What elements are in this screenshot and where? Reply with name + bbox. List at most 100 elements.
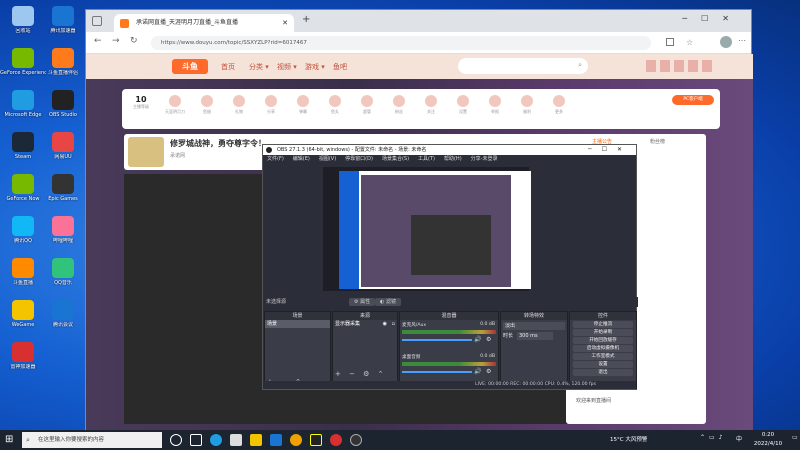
anchor-name[interactable]: 承诺网 <box>170 152 185 159</box>
nav-item[interactable]: 视频 ▾ <box>277 62 297 72</box>
refresh-icon[interactable]: ↻ <box>130 36 138 46</box>
category-item[interactable]: 鱼翅 <box>194 95 220 115</box>
category-item[interactable]: 超管 <box>354 95 380 115</box>
desktop-gear-icon[interactable]: ⚙ <box>486 368 491 375</box>
category-icon <box>329 95 341 107</box>
category-item[interactable]: 更多 <box>546 95 572 115</box>
mic-speaker-icon[interactable]: 🔊 <box>474 336 481 343</box>
mic-volume-slider[interactable] <box>402 339 472 341</box>
obs-taskbar-icon[interactable] <box>350 434 362 446</box>
browser-tab[interactable]: 承诺网直播_天涯明月刀直播_斗鱼直播 ✕ <box>114 14 294 32</box>
desktop-icon[interactable]: 斗鱼直播伴侣 <box>40 48 86 86</box>
obs-control-button[interactable]: 停止推流 <box>573 321 633 328</box>
back-icon[interactable]: ← <box>94 36 102 46</box>
mic-gear-icon[interactable]: ⚙ <box>486 336 491 343</box>
pc-client-button[interactable]: PC客户端 <box>672 95 714 105</box>
category-item[interactable]: 粉丝 <box>386 95 412 115</box>
nav-item[interactable]: 首页 <box>221 62 235 72</box>
obs-menu-item[interactable]: 文件(F) <box>267 156 284 162</box>
visibility-eye-icon[interactable]: ◉ <box>383 320 387 328</box>
obs-window-controls[interactable]: ─☐✕ <box>588 145 632 155</box>
category-item[interactable]: 设置 <box>450 95 476 115</box>
cortana-icon[interactable] <box>170 434 182 446</box>
start-icon[interactable]: ⊞ <box>5 434 13 445</box>
obs-control-button[interactable]: 退出 <box>573 369 633 376</box>
store-icon[interactable] <box>230 434 242 446</box>
more-menu-icon[interactable]: ⋯ <box>738 36 746 45</box>
nav-item[interactable]: 游戏 ▾ <box>305 62 325 72</box>
notification-icon[interactable]: ▭ <box>792 434 798 441</box>
category-item[interactable]: 举报 <box>482 95 508 115</box>
weather-widget[interactable]: 15°C 大风预警 <box>610 435 647 443</box>
douyu-logo[interactable]: 斗鱼 <box>172 59 208 74</box>
collections-icon[interactable] <box>666 38 674 46</box>
obs-menu-item[interactable]: 停靠窗口(D) <box>345 156 373 162</box>
taskbar-search-input[interactable]: ⌕ 在这里输入你要搜索的内容 <box>22 432 162 448</box>
site-search-input[interactable]: ⌕ <box>458 58 588 74</box>
desktop-icon[interactable]: 腾讯会议 <box>40 300 86 338</box>
transition-select[interactable]: 淡出 <box>503 322 565 330</box>
app-icon <box>52 300 74 320</box>
clock[interactable]: 0:20 2022/4/10 <box>748 431 788 449</box>
address-input[interactable]: https://www.douyu.com/topic/SSXYZLP?rid=… <box>151 36 651 50</box>
mail-icon[interactable] <box>270 434 282 446</box>
category-item[interactable]: 礼物 <box>226 95 252 115</box>
chat-tab-fans[interactable]: 粉丝榜 <box>650 138 665 145</box>
nav-item[interactable]: 鱼吧 <box>333 62 347 72</box>
close-tab-icon[interactable]: ✕ <box>282 14 288 32</box>
obs-menu-item[interactable]: 分享-未登录 <box>471 156 498 162</box>
header-icons[interactable] <box>646 60 716 72</box>
desktop-icon[interactable]: 雷神加速器 <box>0 342 46 380</box>
search-icon[interactable]: ⌕ <box>578 61 582 70</box>
filters-button[interactable]: ◐ 滤镜 <box>375 298 401 306</box>
obs-control-button[interactable]: 开始回放缓存 <box>573 337 633 344</box>
desktop-icon[interactable]: 腾讯加速器 <box>40 6 86 44</box>
explorer-icon[interactable] <box>250 434 262 446</box>
obs-preview-area[interactable] <box>323 167 531 291</box>
obs-menu-item[interactable]: 场景集合(S) <box>382 156 409 162</box>
forward-icon[interactable]: → <box>112 36 120 46</box>
obs-control-button[interactable]: 设置 <box>573 361 633 368</box>
chrome-icon[interactable] <box>290 434 302 446</box>
nav-item[interactable]: 分类 ▾ <box>249 62 269 72</box>
tray-icons[interactable]: ⌃▭♪ <box>700 434 727 441</box>
source-item[interactable]: 显示器采集 ◉ ▫ <box>333 320 397 328</box>
tab-bar: 承诺网直播_天涯明月刀直播_斗鱼直播 ✕ + ─☐✕ <box>86 10 751 32</box>
lock-icon[interactable]: ▫ <box>392 320 395 328</box>
obs-control-button[interactable]: 工作室模式 <box>573 353 633 360</box>
desktop-icon[interactable]: Epic Games <box>40 174 86 212</box>
category-item[interactable]: 鱼丸 <box>322 95 348 115</box>
desktop-volume-slider[interactable] <box>402 371 472 373</box>
app-icon[interactable] <box>330 434 342 446</box>
anchor-avatar[interactable] <box>128 137 164 167</box>
obs-menu-item[interactable]: 编辑(E) <box>293 156 310 162</box>
duration-input[interactable]: 300 ms <box>517 332 553 340</box>
obs-menu-item[interactable]: 工具(T) <box>418 156 435 162</box>
category-item[interactable]: 弹幕 <box>290 95 316 115</box>
category-item[interactable]: 福利 <box>514 95 540 115</box>
input-lang[interactable]: 中 <box>736 434 742 443</box>
obs-menu-item[interactable]: 帮助(H) <box>444 156 462 162</box>
properties-button[interactable]: ⚙ 属性 <box>349 298 376 306</box>
desktop-icon[interactable]: 哔哩哔哩 <box>40 216 86 254</box>
category-item[interactable]: 分享 <box>258 95 284 115</box>
obs-control-button[interactable]: 启动虚拟摄像机 <box>573 345 633 352</box>
obs-control-button[interactable]: 开始录制 <box>573 329 633 336</box>
obs-menu-item[interactable]: 视图(V) <box>319 156 336 162</box>
edge-taskbar-icon[interactable] <box>210 434 222 446</box>
favorites-icon[interactable]: ☆ <box>686 38 693 47</box>
scene-item[interactable]: 场景 <box>265 320 330 328</box>
task-view-icon[interactable] <box>190 434 202 446</box>
category-item[interactable]: 关注 <box>418 95 444 115</box>
desktop-icon[interactable]: 网易UU <box>40 132 86 170</box>
obs-window: OBS 27.1.3 (64-bit, windows) - 配置文件: 未命名… <box>262 144 638 390</box>
window-controls[interactable]: ─☐✕ <box>682 14 743 23</box>
new-tab-button[interactable]: + <box>302 14 310 25</box>
desktop-icon[interactable]: OBS Studio <box>40 90 86 128</box>
tab-actions-icon[interactable] <box>92 16 102 26</box>
desktop-icon[interactable]: QQ音乐 <box>40 258 86 296</box>
desktop-speaker-icon[interactable]: 🔊 <box>474 368 481 375</box>
geforce-icon[interactable] <box>310 434 322 446</box>
profile-avatar[interactable] <box>720 36 732 48</box>
category-item[interactable]: 天涯明月刀 <box>162 95 188 115</box>
